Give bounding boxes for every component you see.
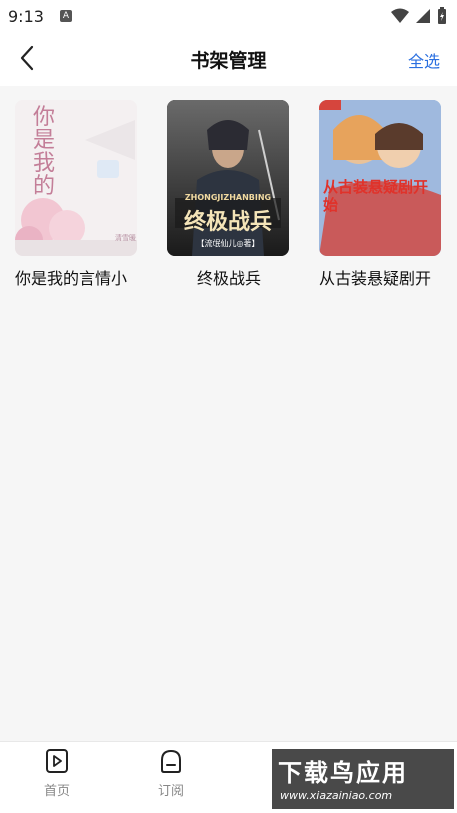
book-title: 从古装悬疑剧开 [319, 269, 432, 288]
home-play-icon [46, 749, 68, 773]
book-cover[interactable]: 清雪暖 你是我的 [15, 100, 137, 256]
watermark-logo: 下载鸟应用 www.xiazainiao.com [272, 749, 454, 809]
svg-text:清雪暖: 清雪暖 [115, 233, 136, 242]
bottom-nav: 首页 订阅 下载鸟应用 www.xiazainiao.com [0, 741, 457, 813]
book-item[interactable]: 清雪暖 你是我的 你是我的言情小 [15, 100, 139, 289]
status-time: 9:13 [8, 7, 44, 26]
battery-icon [438, 7, 446, 24]
cover-title-text: 终极战兵 [183, 210, 272, 235]
bookshelf-grid: 清雪暖 你是我的 你是我的言情小 ZHONGJIZHANBING 终极战兵 【流… [0, 86, 457, 740]
nav-home-label: 首页 [43, 784, 70, 799]
cover-subtitle-text: ZHONGJIZHANBING [184, 193, 272, 202]
notification-icon: A [60, 10, 72, 22]
top-bar: 书架管理 全选 [0, 32, 457, 86]
wifi-icon [391, 8, 409, 23]
cover-title-text: 从古装悬疑剧开始 [323, 178, 429, 214]
cover-title-text: 你是我的 [33, 105, 56, 199]
signal-icon [416, 9, 430, 23]
book-title: 你是我的言情小 [15, 269, 128, 288]
book-cover[interactable]: 从古装悬疑剧开始 [319, 100, 441, 256]
select-all-button[interactable]: 全选 [408, 48, 440, 72]
nav-subscribe-label: 订阅 [157, 784, 184, 799]
watermark-url: www.xiazainiao.com [280, 789, 393, 802]
page-title: 书架管理 [190, 50, 267, 72]
nav-home[interactable]: 首页 [27, 748, 87, 799]
book-title: 终极战兵 [196, 269, 261, 288]
subscribe-icon [161, 749, 181, 773]
status-icons [391, 7, 447, 25]
book-cover[interactable]: ZHONGJIZHANBING 终极战兵 【流氓仙儿◎著】 [167, 100, 289, 256]
book-item[interactable]: 从古装悬疑剧开始 从古装悬疑剧开 [319, 100, 443, 289]
nav-subscribe[interactable]: 订阅 [141, 748, 201, 799]
watermark-title: 下载鸟应用 [278, 759, 408, 787]
book-item[interactable]: ZHONGJIZHANBING 终极战兵 【流氓仙儿◎著】 终极战兵 [167, 100, 291, 289]
cover-author-text: 【流氓仙儿◎著】 [196, 239, 260, 248]
status-bar: 9:13 A [0, 0, 457, 32]
